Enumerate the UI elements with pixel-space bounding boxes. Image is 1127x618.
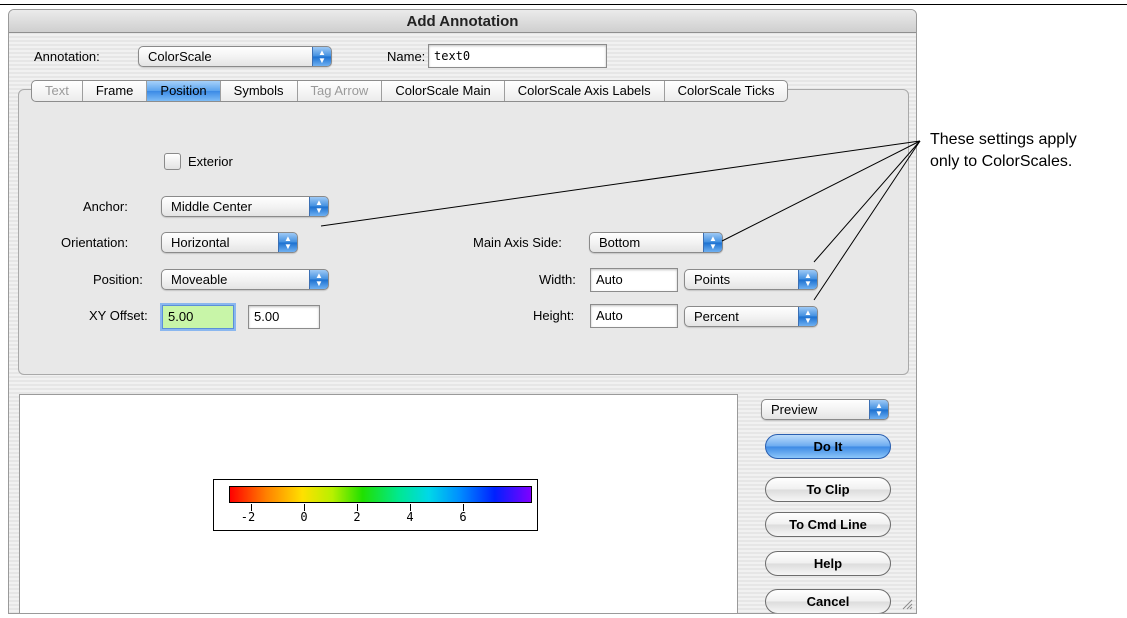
name-field[interactable]: text0 bbox=[428, 44, 607, 68]
anchor-value: Middle Center bbox=[171, 199, 252, 214]
tab-colorscale-main[interactable]: ColorScale Main bbox=[382, 81, 505, 101]
width-units-popup[interactable]: Points ▲ ▼ bbox=[684, 269, 818, 290]
y-offset-field[interactable]: 5.00 bbox=[248, 305, 320, 329]
callout-note: These settings apply only to ColorScales… bbox=[930, 129, 1077, 173]
height-units-popup[interactable]: Percent ▲ ▼ bbox=[684, 306, 818, 327]
callout-line-2: only to ColorScales. bbox=[930, 153, 1073, 170]
popup-arrows-icon: ▲ ▼ bbox=[798, 307, 817, 326]
add-annotation-dialog: Add Annotation Annotation: ColorScale ▲ ▼… bbox=[8, 9, 917, 614]
colorscale-tick-label: 0 bbox=[300, 510, 308, 524]
orientation-label: Orientation: bbox=[61, 235, 129, 250]
popup-arrows-icon: ▲ ▼ bbox=[312, 47, 331, 66]
colorscale-tick-label: -2 bbox=[240, 510, 256, 524]
position-label: Position: bbox=[93, 272, 143, 287]
tab-text[interactable]: Text bbox=[32, 81, 83, 101]
main-axis-side-value: Bottom bbox=[599, 235, 641, 250]
preview-area: -2 0 2 4 6 bbox=[19, 394, 738, 613]
preview-popup-value: Preview bbox=[771, 402, 818, 417]
top-rule bbox=[0, 4, 1127, 5]
tab-colorscale-ticks[interactable]: ColorScale Ticks bbox=[665, 81, 788, 101]
name-label: Name: bbox=[387, 49, 426, 64]
width-label: Width: bbox=[539, 272, 576, 287]
height-field[interactable]: Auto bbox=[590, 304, 678, 328]
cancel-button[interactable]: Cancel bbox=[765, 589, 891, 613]
to-cmd-line-button[interactable]: To Cmd Line bbox=[765, 512, 891, 537]
anchor-label: Anchor: bbox=[83, 199, 128, 214]
main-axis-side-label: Main Axis Side: bbox=[473, 235, 562, 250]
do-it-button[interactable]: Do It bbox=[765, 434, 891, 459]
exterior-label: Exterior bbox=[188, 154, 233, 169]
height-label: Height: bbox=[533, 308, 575, 323]
tab-bar: Text Frame Position Symbols Tag Arrow Co… bbox=[31, 80, 789, 102]
colorscale-tick-label: 2 bbox=[353, 510, 361, 524]
preview-popup[interactable]: Preview ▲ ▼ bbox=[761, 399, 889, 420]
popup-arrows-icon: ▲ ▼ bbox=[869, 400, 888, 419]
main-axis-side-popup[interactable]: Bottom ▲ ▼ bbox=[589, 232, 723, 253]
help-button[interactable]: Help bbox=[765, 551, 891, 576]
colorscale-tick-label: 6 bbox=[459, 510, 467, 524]
annotation-type-popup[interactable]: ColorScale ▲ ▼ bbox=[138, 46, 332, 67]
dialog-title: Add Annotation bbox=[9, 10, 916, 33]
popup-arrows-icon: ▲ ▼ bbox=[278, 233, 297, 252]
width-field[interactable]: Auto bbox=[590, 268, 678, 292]
width-units-value: Points bbox=[694, 272, 731, 287]
tab-colorscale-axis-labels[interactable]: ColorScale Axis Labels bbox=[505, 81, 665, 101]
annotation-type-value: ColorScale bbox=[148, 49, 212, 64]
popup-arrows-icon: ▲ ▼ bbox=[798, 270, 817, 289]
x-offset-field[interactable]: 5.00 bbox=[162, 305, 234, 329]
annotation-label: Annotation: bbox=[34, 49, 100, 64]
position-popup[interactable]: Moveable ▲ ▼ bbox=[161, 269, 329, 290]
height-units-value: Percent bbox=[694, 309, 739, 324]
colorscale-tick-label: 4 bbox=[406, 510, 414, 524]
tab-position[interactable]: Position bbox=[147, 81, 221, 101]
colorscale-preview: -2 0 2 4 6 bbox=[213, 479, 538, 531]
popup-arrows-icon: ▲ ▼ bbox=[309, 270, 328, 289]
anchor-popup[interactable]: Middle Center ▲ ▼ bbox=[161, 196, 329, 217]
orientation-value: Horizontal bbox=[171, 235, 230, 250]
popup-arrows-icon: ▲ ▼ bbox=[703, 233, 722, 252]
popup-arrows-icon: ▲ ▼ bbox=[309, 197, 328, 216]
resize-grip-icon[interactable] bbox=[901, 598, 913, 610]
callout-line-1: These settings apply bbox=[930, 131, 1077, 148]
position-value: Moveable bbox=[171, 272, 228, 287]
tab-tag-arrow[interactable]: Tag Arrow bbox=[298, 81, 383, 101]
tab-panel: Exterior Anchor: Middle Center ▲ ▼ Orient… bbox=[18, 89, 909, 375]
xy-offset-label: XY Offset: bbox=[89, 308, 148, 323]
tab-symbols[interactable]: Symbols bbox=[221, 81, 298, 101]
tab-frame[interactable]: Frame bbox=[83, 81, 148, 101]
exterior-checkbox[interactable] bbox=[164, 153, 181, 170]
colorscale-gradient-bar bbox=[229, 486, 532, 503]
orientation-popup[interactable]: Horizontal ▲ ▼ bbox=[161, 232, 298, 253]
to-clip-button[interactable]: To Clip bbox=[765, 477, 891, 502]
